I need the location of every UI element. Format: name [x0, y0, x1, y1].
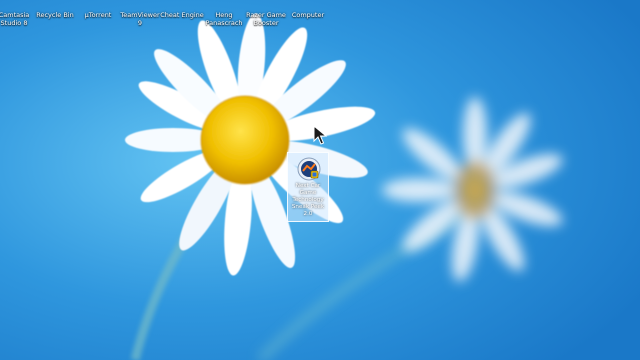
- desktop-icon-next-car-game[interactable]: Next Car Game Technology Sneak Peek 2.0: [287, 152, 329, 222]
- desktop: Camtasia Studio 8 Recycle Bin µTorrent T…: [0, 0, 640, 360]
- mouse-cursor-icon: [313, 125, 327, 145]
- desktop-icon-label: Next Car Game Technology Sneak Peek 2.0: [291, 183, 325, 217]
- desktop-icon-computer[interactable]: Computer: [280, 3, 336, 27]
- desktop-icon-label: Computer: [291, 11, 325, 19]
- game-app-icon: [297, 157, 321, 181]
- desktop-icon-row: Camtasia Studio 8 Recycle Bin µTorrent T…: [0, 0, 640, 27]
